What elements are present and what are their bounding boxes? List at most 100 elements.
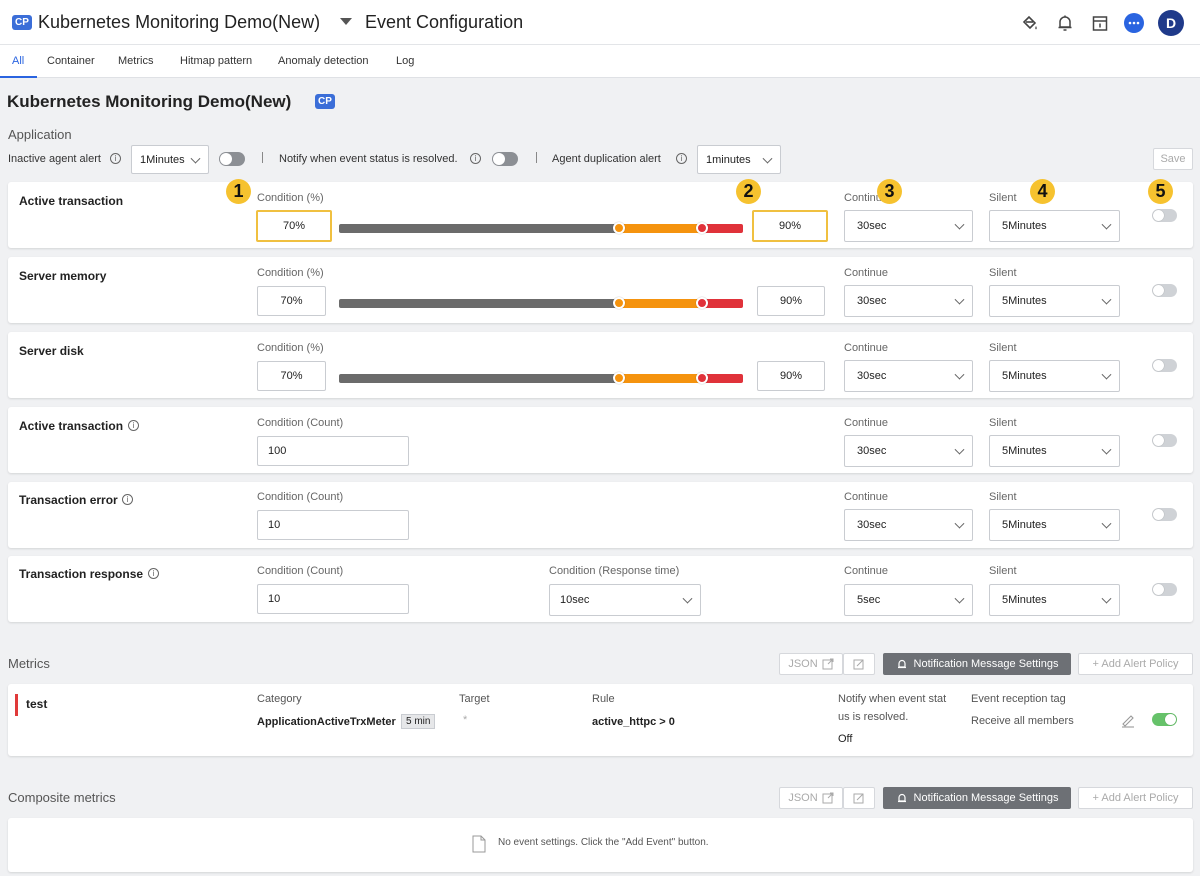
- critical-slider-handle[interactable]: [696, 222, 708, 234]
- tab-hitmap-pattern[interactable]: Hitmap pattern: [180, 55, 252, 67]
- rule-value: active_httpc > 0: [592, 716, 675, 728]
- continue-select[interactable]: 30sec: [844, 435, 973, 467]
- bell-icon: [897, 793, 906, 803]
- paint-bucket-icon[interactable]: [1018, 11, 1042, 35]
- continue-select[interactable]: 30sec: [844, 285, 973, 317]
- slider-normal-range: [339, 374, 621, 383]
- critical-slider-handle[interactable]: [696, 372, 708, 384]
- notify-resolved-toggle[interactable]: [492, 152, 518, 166]
- divider: [262, 152, 263, 163]
- inactive-agent-alert-toggle[interactable]: [219, 152, 245, 166]
- tab-container[interactable]: Container: [47, 55, 95, 67]
- warning-slider-handle[interactable]: [613, 222, 625, 234]
- warning-threshold-input[interactable]: 70%: [257, 361, 326, 391]
- tab-all[interactable]: All: [12, 55, 24, 67]
- json-edit-button[interactable]: [843, 787, 875, 809]
- json-export-button[interactable]: JSON: [779, 787, 843, 809]
- inactive-agent-alert-select[interactable]: 1Minutes: [131, 145, 209, 174]
- continue-select[interactable]: 30sec: [844, 360, 973, 392]
- count-threshold-input[interactable]: 10: [257, 584, 409, 614]
- project-name[interactable]: Kubernetes Monitoring Demo(New): [38, 12, 320, 33]
- annotation-marker-5: 5: [1148, 179, 1173, 204]
- info-icon[interactable]: i: [470, 153, 481, 164]
- row-enable-toggle[interactable]: [1152, 284, 1177, 297]
- continue-select[interactable]: 30sec: [844, 509, 973, 541]
- edit-icon: [853, 659, 864, 670]
- save-button[interactable]: Save: [1153, 148, 1193, 170]
- tab-log[interactable]: Log: [396, 55, 414, 67]
- notification-settings-label: Notification Message Settings: [913, 792, 1059, 804]
- notify-resolved-label: Notify when event stat: [838, 693, 947, 705]
- warning-threshold-input[interactable]: 70%: [256, 210, 332, 242]
- metric-event-card: test Category ApplicationActiveTrxMeter …: [8, 684, 1193, 756]
- select-value: 1minutes: [706, 153, 751, 166]
- edit-icon: [853, 793, 864, 804]
- count-threshold-input[interactable]: 100: [257, 436, 409, 466]
- critical-threshold-input[interactable]: 90%: [757, 286, 825, 316]
- slider-normal-range: [339, 224, 621, 233]
- json-export-button[interactable]: JSON: [779, 653, 843, 675]
- add-alert-policy-button[interactable]: + Add Alert Policy: [1078, 653, 1193, 675]
- info-icon[interactable]: i: [128, 420, 139, 431]
- continue-select[interactable]: 30sec: [844, 210, 973, 242]
- notification-message-settings-button[interactable]: Notification Message Settings: [883, 787, 1071, 809]
- agent-duplication-alert-select[interactable]: 1minutes: [697, 145, 781, 174]
- chat-icon[interactable]: [1122, 11, 1146, 35]
- silent-select[interactable]: 5Minutes: [989, 360, 1120, 392]
- calendar-icon[interactable]: [1088, 11, 1112, 35]
- count-threshold-input[interactable]: 10: [257, 510, 409, 540]
- warning-slider-handle[interactable]: [613, 297, 625, 309]
- row-enable-toggle[interactable]: [1152, 583, 1177, 596]
- condition-label: Condition (%): [257, 192, 324, 204]
- critical-threshold-input[interactable]: 90%: [752, 210, 828, 242]
- silent-select[interactable]: 5Minutes: [989, 285, 1120, 317]
- response-time-select[interactable]: 10sec: [549, 584, 701, 616]
- event-row: Active transaction i Condition (Count) 1…: [8, 407, 1193, 473]
- select-value: 30sec: [857, 370, 887, 382]
- condition-label: Condition (%): [257, 342, 324, 354]
- notification-message-settings-button[interactable]: Notification Message Settings: [883, 653, 1071, 675]
- critical-threshold-input[interactable]: 90%: [757, 361, 825, 391]
- info-icon[interactable]: i: [676, 153, 687, 164]
- avatar[interactable]: D: [1158, 10, 1184, 36]
- silent-select[interactable]: 5Minutes: [989, 435, 1120, 467]
- project-dropdown-icon[interactable]: [340, 18, 352, 25]
- silent-select[interactable]: 5Minutes: [989, 509, 1120, 541]
- json-edit-button[interactable]: [843, 653, 875, 675]
- chevron-down-icon: [954, 444, 965, 455]
- chevron-down-icon: [1101, 219, 1112, 230]
- tab-metrics[interactable]: Metrics: [118, 55, 153, 67]
- critical-slider-handle[interactable]: [696, 297, 708, 309]
- info-icon[interactable]: i: [148, 568, 159, 579]
- warning-slider-handle[interactable]: [613, 372, 625, 384]
- select-value: 5Minutes: [1002, 220, 1047, 232]
- silent-select[interactable]: 5Minutes: [989, 584, 1120, 616]
- add-alert-policy-button[interactable]: + Add Alert Policy: [1078, 787, 1193, 809]
- row-enable-toggle[interactable]: [1152, 508, 1177, 521]
- metric-enable-toggle[interactable]: [1152, 713, 1177, 726]
- bell-icon[interactable]: [1053, 11, 1077, 35]
- silent-select[interactable]: 5Minutes: [989, 210, 1120, 242]
- info-icon[interactable]: i: [122, 494, 133, 505]
- edit-icon[interactable]: [1120, 712, 1136, 731]
- row-enable-toggle[interactable]: [1152, 209, 1177, 222]
- continue-label: Continue: [844, 417, 889, 429]
- annotation-marker-1: 1: [226, 179, 251, 204]
- slider-warning-range: [620, 374, 704, 383]
- application-section-label: Application: [8, 127, 72, 142]
- row-title: Server disk: [19, 344, 84, 358]
- event-row: Transaction response i Condition (Count)…: [8, 556, 1193, 622]
- tab-anomaly-detection[interactable]: Anomaly detection: [278, 55, 369, 67]
- event-reception-tag-label: Event reception tag: [971, 693, 1066, 705]
- warning-threshold-input[interactable]: 70%: [257, 286, 326, 316]
- event-row: Transaction error i Condition (Count) 10…: [8, 482, 1193, 548]
- slider-warning-range: [620, 299, 704, 308]
- row-enable-toggle[interactable]: [1152, 434, 1177, 447]
- row-enable-toggle[interactable]: [1152, 359, 1177, 372]
- info-icon[interactable]: i: [110, 153, 121, 164]
- select-value: 10sec: [560, 594, 590, 606]
- metrics-section-label: Metrics: [8, 656, 50, 671]
- slider-critical-range: [703, 224, 743, 233]
- event-row: Server memory Condition (%) 70% 90% Cont…: [8, 257, 1193, 323]
- continue-select[interactable]: 5sec: [844, 584, 973, 616]
